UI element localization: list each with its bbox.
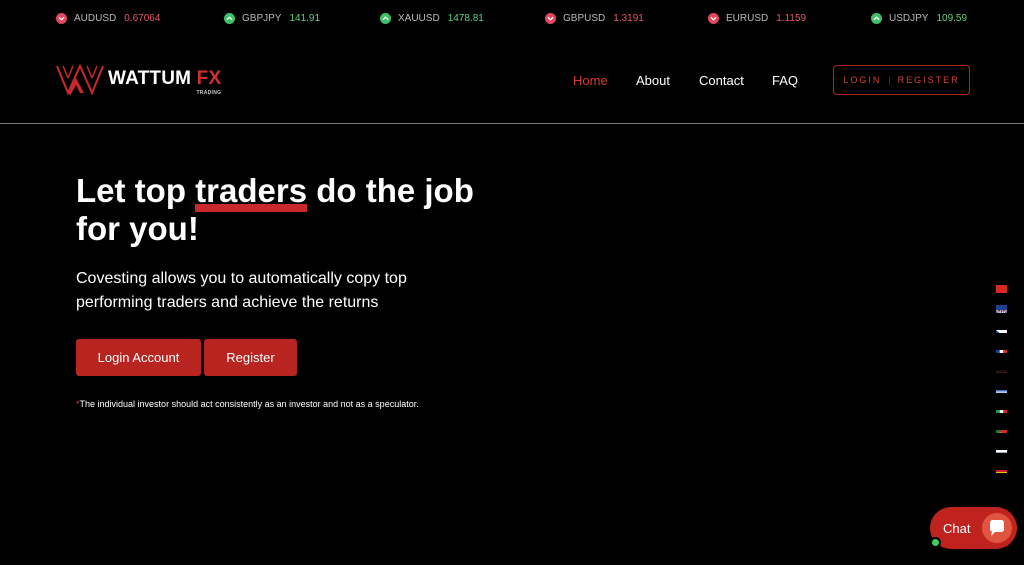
chat-bubble-icon <box>982 513 1012 543</box>
brand-accent: FX <box>196 68 222 89</box>
nav-faq[interactable]: FAQ <box>772 73 798 88</box>
arrow-down-icon <box>545 12 556 24</box>
disclaimer-text: The individual investor should act consi… <box>79 399 419 409</box>
nav-about[interactable]: About <box>636 73 670 88</box>
disclaimer-note: *The individual investor should act cons… <box>76 399 419 409</box>
flag-english-icon[interactable] <box>996 305 1007 313</box>
hero-title-start: Let top <box>76 172 196 209</box>
flag-chinese-icon[interactable] <box>996 285 1007 293</box>
flag-czech-icon[interactable] <box>996 325 1007 333</box>
ticker-symbol: EURUSD <box>726 12 769 24</box>
ticker-symbol: GBPJPY <box>242 12 282 24</box>
ticker-value: 1.3191 <box>613 12 644 24</box>
chat-widget-button[interactable]: Chat <box>930 507 1017 549</box>
login-link[interactable]: LOGIN <box>843 75 881 85</box>
flag-french-icon[interactable] <box>996 345 1007 353</box>
hero-title: Let top traders do the job for you! <box>76 172 496 248</box>
header-divider <box>0 123 1024 124</box>
brand-subtitle: TRADING <box>196 90 222 96</box>
ticker-value: 1.1159 <box>776 12 807 24</box>
ticker-value: 0.67064 <box>124 12 161 24</box>
brand-word: WATTUM <box>108 68 192 89</box>
hero-title-highlight-text: traders <box>195 172 308 209</box>
flag-german-icon[interactable] <box>996 365 1007 373</box>
flag-portuguese-icon[interactable] <box>996 425 1007 433</box>
hero-title-highlight: traders <box>195 172 308 212</box>
arrow-down-icon <box>708 12 719 24</box>
flag-russian-icon[interactable] <box>996 445 1007 453</box>
ticker-item-eurusd: EURUSD 1.1159 <box>708 10 806 26</box>
arrow-up-icon <box>871 12 882 24</box>
login-account-button[interactable]: Login Account <box>76 339 201 376</box>
hero-subtitle: Covesting allows you to automatically co… <box>76 270 407 311</box>
ticker-value: 1478.81 <box>447 12 484 24</box>
ticker-symbol: XAUUSD <box>398 12 440 24</box>
ticker-symbol: GBPUSD <box>563 12 606 24</box>
arrow-up-icon <box>380 12 391 24</box>
login-register-button[interactable]: LOGIN | REGISTER <box>833 65 970 95</box>
ticker-item-audusd: AUDUSD 0.67064 <box>56 10 160 26</box>
arrow-down-icon <box>56 12 67 24</box>
register-button[interactable]: Register <box>204 339 297 376</box>
arrow-up-icon <box>224 12 235 24</box>
auth-separator: | <box>888 75 891 85</box>
ticker-value: 109.59 <box>936 12 968 24</box>
ticker-symbol: AUDUSD <box>74 12 117 24</box>
ticker-item-gbpusd: GBPUSD 1.3191 <box>545 10 644 26</box>
ticker-value: 141.91 <box>289 12 321 24</box>
register-link[interactable]: REGISTER <box>898 75 960 85</box>
nav-contact[interactable]: Contact <box>699 73 744 88</box>
ticker-item-usdjpy: USDJPY 109.59 <box>871 10 967 26</box>
online-status-indicator <box>930 537 941 548</box>
ticker-symbol: USDJPY <box>889 12 929 24</box>
site-logo[interactable]: WATTUM FX TRADING <box>56 62 221 96</box>
ticker-item-xauusd: XAUUSD 1478.81 <box>380 10 484 26</box>
flag-spanish-icon[interactable] <box>996 465 1007 473</box>
flag-italian-icon[interactable] <box>996 405 1007 413</box>
ticker-item-gbpjpy: GBPJPY 141.91 <box>224 10 320 26</box>
wattum-logo-icon <box>56 63 104 96</box>
chat-label: Chat <box>943 521 971 536</box>
price-ticker: AUDUSD 0.67064 GBPJPY 141.91 XAUUSD 1478… <box>0 0 1024 34</box>
nav-home[interactable]: Home <box>573 73 608 88</box>
brand-name: WATTUM FX TRADING <box>108 68 222 96</box>
flag-greek-icon[interactable] <box>996 385 1007 393</box>
